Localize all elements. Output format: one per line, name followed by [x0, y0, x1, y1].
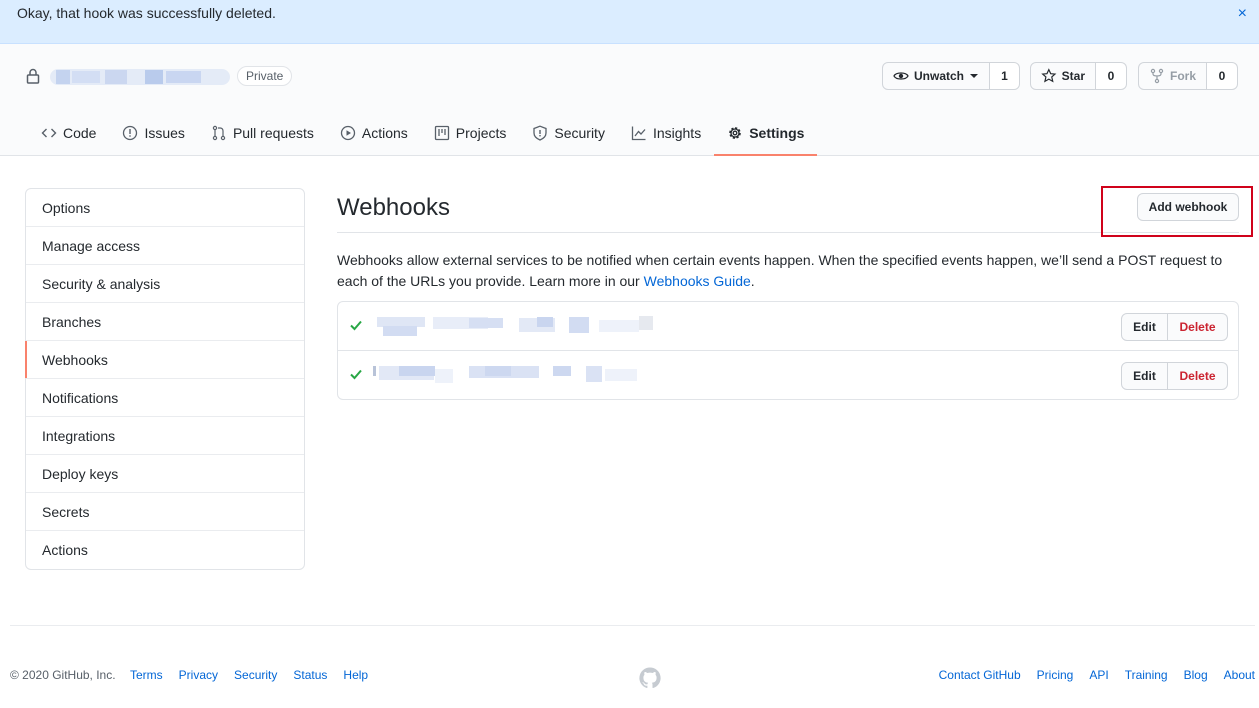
sidebar-item-notifications[interactable]: Notifications: [26, 379, 304, 417]
repo-header: Private Unwatch 1 Star 0 Fork 0 Code Iss…: [0, 44, 1259, 156]
fork-icon: [1150, 68, 1164, 84]
webhook-list: Edit Delete Edit Delete: [337, 301, 1239, 400]
tab-settings[interactable]: Settings: [714, 110, 818, 156]
footer-link-about[interactable]: About: [1224, 668, 1255, 682]
footer-link-api[interactable]: API: [1089, 668, 1108, 682]
sidebar-item-deploy-keys[interactable]: Deploy keys: [26, 455, 304, 493]
webhooks-description: Webhooks allow external services to be n…: [337, 250, 1237, 292]
edit-button[interactable]: Edit: [1121, 313, 1168, 341]
repo-name-redacted[interactable]: [50, 66, 230, 88]
tab-pull-requests[interactable]: Pull requests: [198, 110, 327, 156]
copyright: © 2020 GitHub, Inc.: [10, 668, 116, 682]
footer-link-terms[interactable]: Terms: [130, 668, 163, 682]
tab-label: Code: [63, 125, 97, 141]
flash-banner: Okay, that hook was successfully deleted…: [0, 0, 1259, 44]
star-label: Star: [1061, 69, 1085, 83]
pull-request-icon: [212, 125, 226, 141]
tab-insights[interactable]: Insights: [618, 110, 714, 156]
description-end: .: [750, 273, 755, 289]
footer-link-status[interactable]: Status: [293, 668, 327, 682]
fork-label: Fork: [1169, 69, 1196, 83]
description-text: Webhooks allow external services to be n…: [337, 252, 1223, 289]
footer-link-privacy[interactable]: Privacy: [179, 668, 218, 682]
eye-icon: [893, 72, 909, 80]
tab-projects[interactable]: Projects: [421, 110, 520, 156]
sidebar-item-actions[interactable]: Actions: [26, 531, 304, 569]
play-icon: [340, 125, 356, 141]
close-icon[interactable]: ×: [1238, 5, 1247, 23]
footer-link-contact[interactable]: Contact GitHub: [939, 668, 1021, 682]
tab-issues[interactable]: Issues: [109, 110, 197, 156]
fork-count[interactable]: 0: [1207, 62, 1238, 90]
github-logo-icon[interactable]: [638, 666, 662, 690]
tab-label: Pull requests: [232, 125, 314, 141]
footer-divider: [10, 625, 1255, 626]
check-icon: [350, 369, 362, 380]
tab-label: Issues: [144, 125, 185, 141]
site-footer: © 2020 GitHub, Inc. Terms Privacy Securi…: [10, 668, 1255, 686]
sidebar-item-secrets[interactable]: Secrets: [26, 493, 304, 531]
tab-security[interactable]: Security: [519, 110, 618, 156]
star-icon: [1041, 68, 1057, 83]
webhook-actions: Edit Delete: [1121, 313, 1228, 341]
star-button-group: Star 0: [1030, 62, 1127, 90]
tab-label: Projects: [455, 125, 507, 141]
sidebar-item-security-analysis[interactable]: Security & analysis: [26, 265, 304, 303]
caret-down-icon: [970, 74, 978, 78]
project-icon: [434, 125, 449, 141]
footer-links-left: Terms Privacy Security Status Help: [130, 668, 368, 682]
fork-button-group: Fork 0: [1138, 62, 1238, 90]
webhook-actions: Edit Delete: [1121, 362, 1228, 390]
tab-label: Actions: [361, 125, 408, 141]
footer-link-help[interactable]: Help: [343, 668, 368, 682]
unwatch-label: Unwatch: [913, 69, 964, 83]
shield-icon: [533, 125, 548, 141]
issue-icon: [123, 125, 138, 141]
webhook-url-redacted[interactable]: [373, 314, 663, 336]
code-icon: [41, 128, 57, 138]
delete-button[interactable]: Delete: [1168, 313, 1228, 341]
fork-button[interactable]: Fork: [1138, 62, 1207, 90]
edit-button[interactable]: Edit: [1121, 362, 1168, 390]
tab-label: Settings: [749, 125, 805, 141]
settings-sidebar: Options Manage access Security & analysi…: [25, 188, 305, 570]
watch-count[interactable]: 1: [990, 62, 1020, 90]
footer-link-blog[interactable]: Blog: [1184, 668, 1208, 682]
webhook-row: Edit Delete: [338, 302, 1238, 351]
repo-tabs: Code Issues Pull requests Actions Projec…: [28, 110, 818, 156]
sidebar-item-branches[interactable]: Branches: [26, 303, 304, 341]
tab-label: Security: [554, 125, 605, 141]
tab-code[interactable]: Code: [28, 110, 109, 156]
webhook-row: Edit Delete: [338, 351, 1238, 400]
footer-link-training[interactable]: Training: [1125, 668, 1168, 682]
sidebar-item-integrations[interactable]: Integrations: [26, 417, 304, 455]
delete-button[interactable]: Delete: [1168, 362, 1228, 390]
lock-icon: [26, 68, 40, 84]
check-icon: [350, 320, 362, 331]
private-badge: Private: [237, 66, 293, 86]
tab-actions[interactable]: Actions: [327, 110, 421, 156]
sidebar-item-manage-access[interactable]: Manage access: [26, 227, 304, 265]
add-webhook-button[interactable]: Add webhook: [1137, 193, 1239, 221]
footer-links-right: Contact GitHub Pricing API Training Blog…: [939, 668, 1255, 682]
star-button[interactable]: Star: [1030, 62, 1096, 90]
unwatch-button[interactable]: Unwatch: [882, 62, 990, 90]
gear-icon: [729, 127, 742, 139]
footer-link-pricing[interactable]: Pricing: [1037, 668, 1074, 682]
flash-message: Okay, that hook was successfully deleted…: [17, 5, 276, 21]
webhooks-guide-link[interactable]: Webhooks Guide: [644, 273, 751, 289]
tab-label: Insights: [652, 125, 702, 141]
webhook-url-redacted[interactable]: [373, 363, 663, 385]
sidebar-item-options[interactable]: Options: [26, 189, 304, 227]
watch-button-group: Unwatch 1: [882, 62, 1020, 90]
footer-link-security[interactable]: Security: [234, 668, 277, 682]
page-title: Webhooks: [337, 194, 450, 221]
sidebar-item-webhooks[interactable]: Webhooks: [25, 341, 304, 379]
graph-icon: [631, 126, 646, 141]
star-count[interactable]: 0: [1096, 62, 1127, 90]
